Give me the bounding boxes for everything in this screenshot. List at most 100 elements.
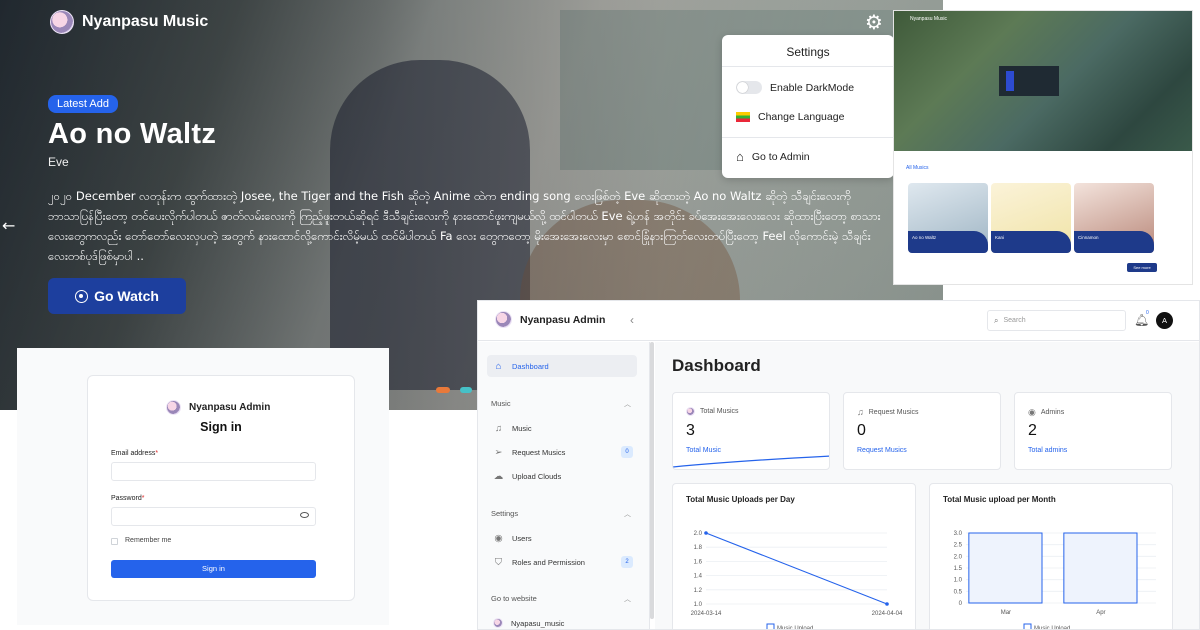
sidebar-item-upload-clouds[interactable]: ☁ Upload Clouds (487, 465, 637, 487)
toggle-icon[interactable] (736, 81, 762, 94)
sidebar-item-music[interactable]: ♫ Music (487, 417, 637, 439)
settings-divider (722, 137, 894, 138)
thumb-card[interactable]: Cinnamon (1074, 183, 1154, 253)
y-tick-label: 1.0 (954, 578, 963, 584)
logo-icon (495, 311, 512, 328)
sidebar-group-website[interactable]: Go to website ︿ (491, 594, 631, 603)
y-tick-label: 2.0 (954, 554, 963, 560)
cloud-icon: ☁ (493, 470, 504, 482)
y-tick-label: 1.5 (954, 566, 963, 572)
email-field[interactable] (111, 462, 316, 481)
password-label-text: Password (111, 495, 142, 502)
stat-link[interactable]: Request Musics (857, 447, 907, 454)
stat-label-text: Request Musics (868, 408, 919, 416)
sidebar-item-users[interactable]: ◉ Users (487, 527, 637, 549)
thumb-card-title: Cinnamon (1078, 235, 1099, 240)
thumb-card[interactable]: Kani (991, 183, 1071, 253)
stat-value: 3 (686, 422, 695, 439)
sidebar-item-request-musics[interactable]: ➢ Request Musics 0 (487, 441, 637, 463)
x-tick-label: 2024-04-04 (872, 611, 903, 617)
sidebar-scrollbar[interactable] (650, 342, 654, 619)
music-note-icon: ♫ (857, 407, 864, 417)
stat-value: 2 (1028, 422, 1037, 439)
stat-label-text: Total Musics (700, 408, 739, 415)
password-field[interactable] (111, 507, 316, 526)
sidebar-group-settings[interactable]: Settings ︿ (491, 509, 631, 518)
chevron-left-icon[interactable]: ‹ (630, 313, 634, 327)
user-circle-icon: ◉ (494, 532, 503, 544)
avatar[interactable]: A (1156, 312, 1173, 329)
site-brand-name: Nyanpasu Music (82, 13, 209, 30)
latest-add-badge: Latest Add (48, 95, 118, 113)
darkmode-label: Enable DarkMode (770, 81, 855, 94)
sidebar-count-badge: 2 (621, 556, 633, 568)
sidebar-item-dashboard[interactable]: ⌂ Dashboard (487, 355, 637, 377)
thumb-card[interactable]: Ao no Waltz (908, 183, 988, 253)
sidebar-group-label: Settings (491, 509, 519, 518)
carousel-dot-active[interactable] (436, 387, 450, 393)
bar (1063, 532, 1138, 604)
signin-brand-name: Nyanpasu Admin (189, 402, 271, 413)
thumb-card-caption: Kani (991, 231, 1071, 253)
sidebar-item-website[interactable]: Nyapasu_music (487, 612, 637, 629)
stat-card-request-musics: ♫ Request Musics 0 Request Musics (843, 392, 1001, 470)
admin-brand[interactable]: Nyanpasu Admin (495, 311, 605, 328)
legend-swatch (766, 623, 775, 629)
sidebar-group-music[interactable]: Music ︿ (491, 399, 631, 408)
carousel-dot[interactable] (460, 387, 472, 393)
go-to-admin-row[interactable]: ⌂ Go to Admin (722, 142, 894, 171)
x-tick-label: Apr (1096, 610, 1105, 616)
search-input[interactable]: ⌕ Search (987, 310, 1126, 331)
sidebar-item-label: Users (512, 533, 532, 543)
thumb-hero-accent (1006, 71, 1014, 91)
go-watch-button[interactable]: Go Watch (48, 278, 186, 314)
see-more-button[interactable]: See more (1127, 263, 1157, 272)
arrow-left-icon[interactable]: ← (2, 216, 15, 235)
y-tick-label: 1.0 (694, 602, 703, 608)
signin-button[interactable]: Sign in (111, 560, 316, 578)
email-label-text: Email address (111, 450, 156, 457)
music-note-icon: ♫ (494, 422, 503, 434)
sidebar-count-badge: 0 (621, 446, 633, 458)
x-tick-label: Mar (1001, 610, 1011, 616)
admin-sidebar: ⌂ Dashboard Music ︿ ♫ Music ➢ Request Mu… (478, 342, 650, 629)
thumb-card-caption: Ao no Waltz (908, 231, 988, 253)
logo-icon (166, 400, 181, 415)
thumb-section-label: All Musics (906, 165, 929, 171)
legend-swatch (1023, 623, 1032, 629)
chart-panel-daily: Total Music Uploads per Day 2.0 1.8 1.6 1.4… (672, 483, 916, 629)
gear-icon[interactable]: ⚙ (865, 12, 885, 32)
stat-card-total-musics: Total Musics 3 Total Music (672, 392, 830, 470)
go-watch-label: Go Watch (94, 288, 159, 304)
darkmode-toggle-row[interactable]: Enable DarkMode (722, 73, 894, 102)
y-tick-label: 1.6 (694, 559, 703, 565)
remember-checkbox[interactable] (111, 538, 118, 545)
sidebar-group-label: Go to website (491, 594, 537, 603)
stat-label: ◉ Admins (1028, 407, 1064, 418)
chevron-up-icon: ︿ (624, 596, 631, 603)
y-tick-label: 0.5 (954, 589, 963, 595)
y-tick-label: 3.0 (954, 531, 963, 537)
thumb-hero (894, 11, 1192, 151)
sidebar-item-label: Dashboard (512, 361, 549, 371)
eye-icon[interactable] (300, 512, 309, 518)
stat-link[interactable]: Total admins (1028, 447, 1067, 454)
site-brand[interactable]: Nyanpasu Music (50, 10, 208, 34)
y-tick-label: 1.2 (694, 588, 703, 594)
go-to-admin-label: Go to Admin (751, 150, 810, 163)
sidebar-item-roles[interactable]: ⛉ Roles and Permission 2 (487, 551, 637, 573)
change-language-row[interactable]: Change Language (722, 102, 894, 131)
settings-title: Settings (722, 35, 894, 67)
change-language-label: Change Language (758, 110, 845, 123)
legend-label: Music Upload (1034, 626, 1070, 630)
thumb-card-title: Ao no Waltz (912, 235, 937, 240)
remember-label: Remember me (125, 537, 172, 544)
user-circle-icon: ◉ (1028, 407, 1036, 417)
sidebar-item-label: Music (512, 423, 532, 433)
signin-screen: Nyanpasu Admin Sign in Email address* Pa… (17, 348, 389, 625)
shield-icon: ⛉ (494, 556, 503, 568)
song-artist: Eve (48, 155, 69, 169)
chevron-up-icon: ︿ (624, 401, 631, 408)
signin-card: Nyanpasu Admin Sign in Email address* Pa… (87, 375, 355, 601)
search-placeholder: Search (1003, 317, 1026, 324)
